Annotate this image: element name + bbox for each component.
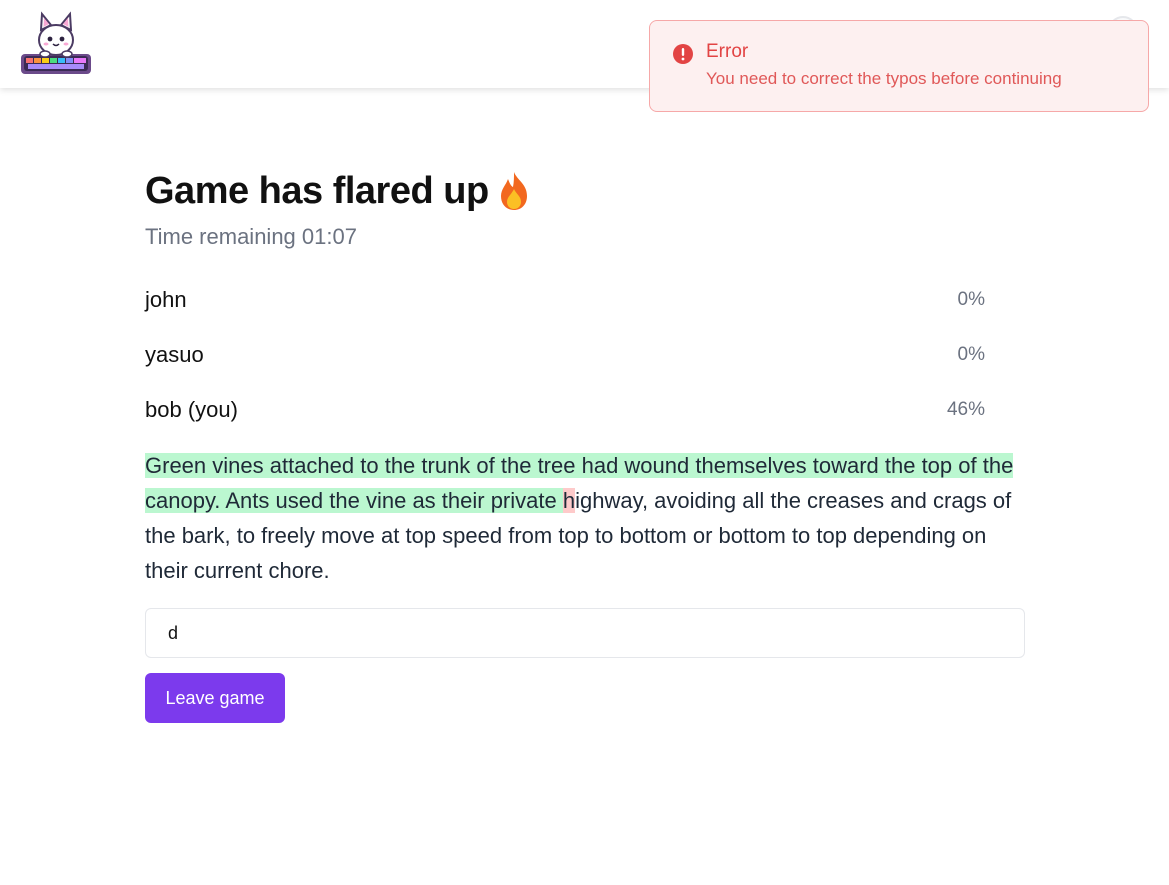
error-character: h (562, 488, 576, 513)
timer-label: Time remaining (145, 224, 296, 249)
leave-game-button[interactable]: Leave game (145, 673, 285, 723)
time-remaining: Time remaining 01:07 (145, 224, 357, 250)
player-name: yasuo (145, 342, 204, 367)
error-toast: Error You need to correct the typos befo… (649, 20, 1149, 112)
player-name: bob (you) (145, 397, 238, 422)
toast-message: You need to correct the typos before con… (706, 69, 1062, 88)
toast-title: Error (706, 41, 749, 62)
player-row: john 0% (145, 287, 985, 317)
fire-icon (497, 170, 531, 212)
player-row: yasuo 0% (145, 342, 985, 372)
player-progress: 0% (957, 344, 985, 365)
player-name: john (145, 287, 187, 312)
exclamation-circle-icon (672, 43, 694, 65)
player-progress: 46% (946, 399, 985, 420)
typing-passage: Green vines attached to the trunk of the… (145, 448, 1025, 588)
player-progress: 0% (957, 289, 985, 310)
cat-keyboard-logo-icon[interactable] (18, 10, 94, 78)
page-title: Game has flared up (145, 170, 489, 212)
typing-input[interactable] (145, 608, 1025, 658)
timer-value: 01:07 (301, 224, 357, 249)
player-row-self: bob (you) 46% (145, 397, 985, 427)
